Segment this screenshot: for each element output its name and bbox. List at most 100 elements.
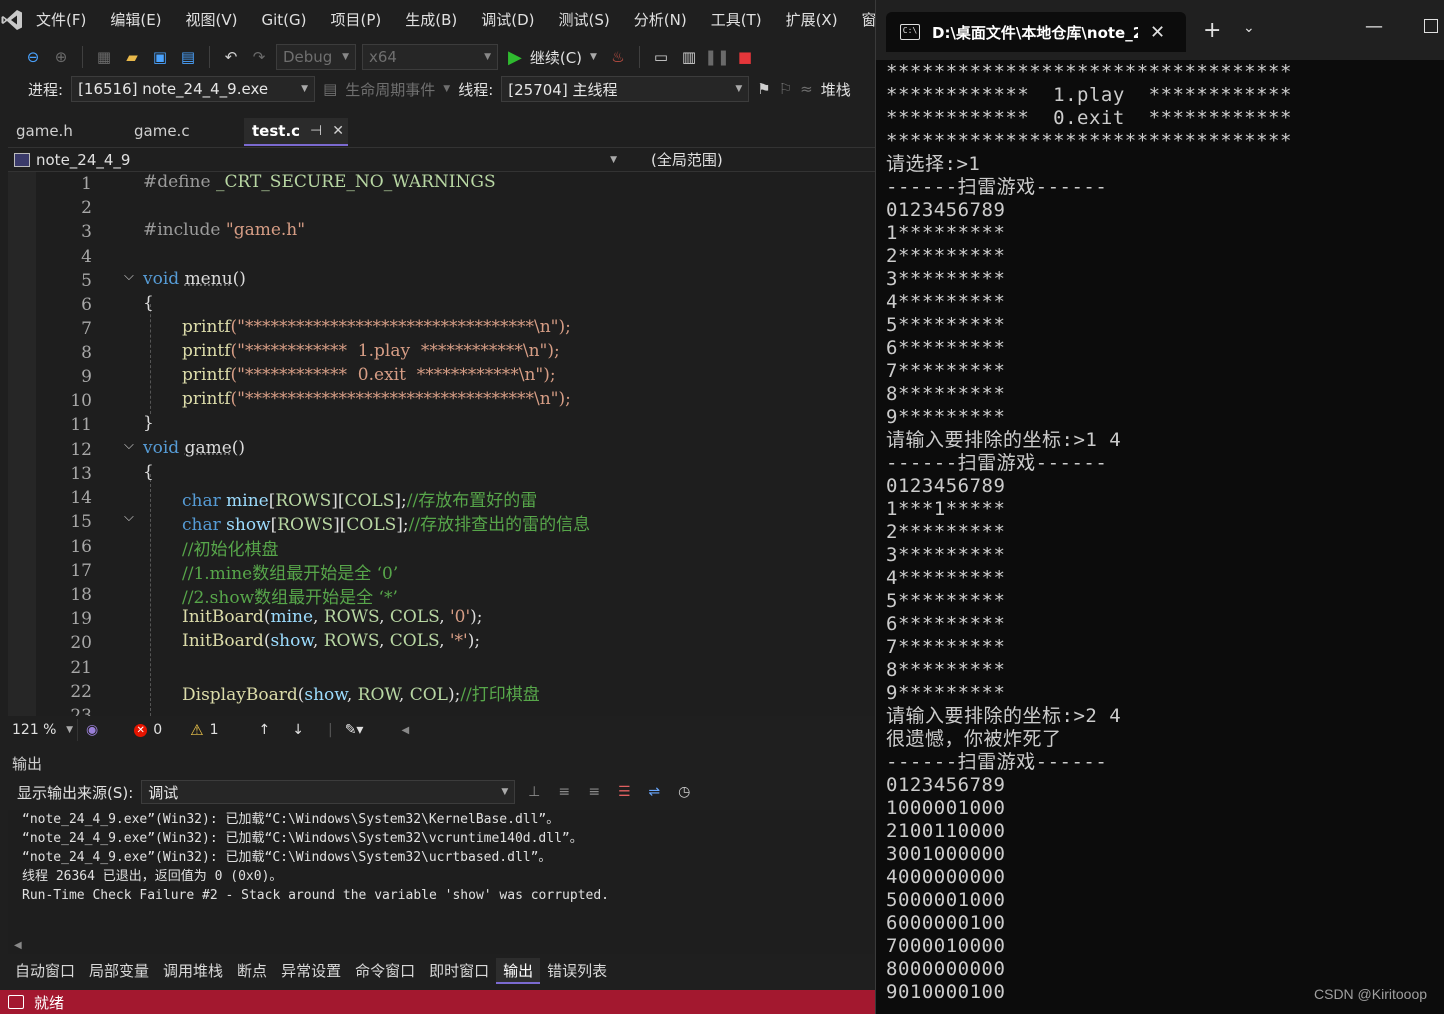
pause-icon[interactable]: ❚❚ <box>704 46 729 68</box>
status-separator: | <box>327 722 333 738</box>
menu-tools[interactable]: 工具(T) <box>699 0 774 40</box>
new-tab-icon[interactable]: + <box>1203 18 1221 43</box>
scroll-left-icon[interactable]: ◀ <box>401 725 409 736</box>
code-editor[interactable]: 1 2 3 4 5 6 7 8 9 10 11 12 13 14 15 16 17 18 19 20 21 22 23 #d… <box>8 172 875 716</box>
toolbar-separator <box>82 46 83 68</box>
terminal-line: 2********* <box>886 245 1006 267</box>
debug-location-toolbar: 进程: [16516] note_24_4_9.exe ▼ ▤ 生命周期事件 ▼ … <box>0 74 875 104</box>
save-icon[interactable]: ▣ <box>149 46 171 68</box>
hide-threads-icon[interactable]: ≈ <box>800 80 813 98</box>
process-select[interactable]: [16516] note_24_4_9.exe ▼ <box>71 76 316 102</box>
menu-analyze[interactable]: 分析(N) <box>622 0 699 40</box>
layout-icon[interactable]: ▥ <box>678 46 700 68</box>
menu-view[interactable]: 视图(V) <box>174 0 250 40</box>
save-all-icon[interactable]: ▤ <box>177 46 199 68</box>
line-number: 21 <box>70 658 92 678</box>
code-line: //2.show数组最开始是全 ‘*’ <box>182 588 398 608</box>
previous-issue-icon[interactable]: ↑ <box>259 722 271 738</box>
menu-window[interactable]: 窗 <box>850 0 875 40</box>
chevron-down-icon[interactable]: ⌄ <box>1243 20 1255 36</box>
menu-debug[interactable]: 调试(D) <box>469 0 546 40</box>
thread-select[interactable]: [25704] 主线程 ▼ <box>501 76 750 102</box>
chevron-down-icon: ▼ <box>610 154 617 165</box>
menu-edit[interactable]: 编辑(E) <box>98 0 173 40</box>
next-issue-icon[interactable]: ↓ <box>292 722 304 738</box>
collapse-icon[interactable]: ⌵ <box>124 510 134 525</box>
hot-reload-icon[interactable]: ♨ <box>607 46 629 68</box>
find-message-icon[interactable]: ⊥ <box>523 781 545 803</box>
back-icon[interactable]: ⊖ <box>22 46 44 68</box>
close-tab-icon[interactable]: ✕ <box>332 118 344 144</box>
standard-toolbar: ⊖ ⊕ ▦ ▰ ▣ ▤ ↶ ↷ Debug ▼ x64 ▼ ▶ 继续(C) ▼ ♨ ▭ … <box>0 40 875 74</box>
error-count[interactable]: ✕ 0 <box>134 722 162 738</box>
flag-icon[interactable]: ⚑ <box>757 80 770 98</box>
output-source-label: 显示输出来源(S): <box>17 783 134 802</box>
continue-button[interactable]: ▶ 继续(C) ▼ <box>504 47 601 68</box>
tab-breakpoints[interactable]: 断点 <box>230 958 274 984</box>
tab-game-h[interactable]: game.h <box>8 118 126 146</box>
menu-project[interactable]: 项目(P) <box>319 0 394 40</box>
zoom-select[interactable]: 121 % ▼ <box>8 719 78 741</box>
terminal-line: 3********* <box>886 268 1006 290</box>
output-source-select[interactable]: 调试 ▼ <box>141 780 516 804</box>
terminal-line: 请选择:>1 <box>886 153 981 175</box>
forward-icon[interactable]: ⊕ <box>50 46 72 68</box>
tab-test-c[interactable]: test.c ⊣ ✕ <box>244 118 348 146</box>
minimize-icon[interactable]: — <box>1365 16 1383 37</box>
notification-icon[interactable] <box>8 995 24 1009</box>
collapse-icon[interactable]: ⌵ <box>124 269 134 284</box>
lifecycle-events-label[interactable]: 生命周期事件 <box>345 79 435 100</box>
horizontal-scrollbar[interactable]: ◀ <box>8 938 874 954</box>
open-folder-icon[interactable]: ▰ <box>121 46 143 68</box>
next-message-icon[interactable]: ≡ <box>583 781 605 803</box>
close-tab-icon[interactable]: ✕ <box>1150 22 1165 43</box>
menu-test[interactable]: 测试(S) <box>547 0 622 40</box>
menu-extensions[interactable]: 扩展(X) <box>774 0 850 40</box>
tab-command-window[interactable]: 命令窗口 <box>348 958 422 984</box>
undo-icon[interactable]: ↶ <box>220 46 242 68</box>
tab-error-list[interactable]: 错误列表 <box>540 958 614 984</box>
terminal-output[interactable]: ********************************** ******… <box>886 61 1442 1004</box>
scroll-left-icon[interactable]: ◀ <box>14 940 22 951</box>
menu-file[interactable]: 文件(F) <box>24 0 98 40</box>
tab-exception-settings[interactable]: 异常设置 <box>274 958 348 984</box>
terminal-line: 0123456789 <box>886 774 1006 796</box>
project-dropdown[interactable]: note_24_4_9 ▼ <box>8 151 623 169</box>
lifecycle-dropdown-icon[interactable]: ▼ <box>443 84 450 94</box>
word-wrap-icon[interactable]: ⇌ <box>643 781 665 803</box>
menu-git[interactable]: Git(G) <box>250 0 319 40</box>
code-line: InitBoard(mine, ROWS, COLS, '0'); <box>182 607 483 627</box>
tab-autos[interactable]: 自动窗口 <box>8 958 82 984</box>
browse-icon[interactable]: ▭ <box>650 46 672 68</box>
line-number: 2 <box>81 198 92 218</box>
maximize-icon[interactable] <box>1424 19 1438 33</box>
tab-call-stack[interactable]: 调用堆栈 <box>156 958 230 984</box>
output-text[interactable]: “note_24_4_9.exe”(Win32): 已加载“C:\Windows… <box>8 810 874 938</box>
tab-game-c[interactable]: game.c <box>126 118 244 146</box>
stop-icon[interactable]: ■ <box>734 46 756 68</box>
timestamp-icon[interactable]: ◷ <box>673 781 695 803</box>
platform-select[interactable]: x64 ▼ <box>362 44 498 70</box>
tab-output[interactable]: 输出 <box>496 958 541 984</box>
scope-dropdown[interactable]: (全局范围) <box>623 149 723 170</box>
intellicode-icon[interactable]: ◉ <box>86 722 98 738</box>
clear-all-icon[interactable]: ☰ <box>613 781 635 803</box>
new-item-icon[interactable]: ▦ <box>93 46 115 68</box>
previous-message-icon[interactable]: ≡ <box>553 781 575 803</box>
configuration-select[interactable]: Debug ▼ <box>276 44 356 70</box>
flag-threads-icon[interactable]: ⚐ <box>779 80 792 98</box>
terminal-tab[interactable]: C:\ D:\桌面文件\本地仓库\note_24 ✕ <box>886 12 1186 52</box>
warning-count[interactable]: ⚠ 1 <box>190 721 218 739</box>
cleanup-icon[interactable]: ✎▾ <box>345 722 364 738</box>
code-line: printf("************ 1.play ************… <box>182 341 560 361</box>
menu-build[interactable]: 生成(B) <box>393 0 469 40</box>
warning-icon: ⚠ <box>190 721 204 739</box>
collapse-icon[interactable]: ⌵ <box>124 438 134 453</box>
process-label: 进程: <box>28 80 64 99</box>
tab-locals[interactable]: 局部变量 <box>82 958 156 984</box>
tab-immediate-window[interactable]: 即时窗口 <box>422 958 496 984</box>
pin-icon[interactable]: ⊣ <box>310 118 322 144</box>
visual-studio-logo-icon[interactable] <box>0 0 24 40</box>
redo-icon[interactable]: ↷ <box>248 46 270 68</box>
terminal-line: 3********* <box>886 544 1006 566</box>
